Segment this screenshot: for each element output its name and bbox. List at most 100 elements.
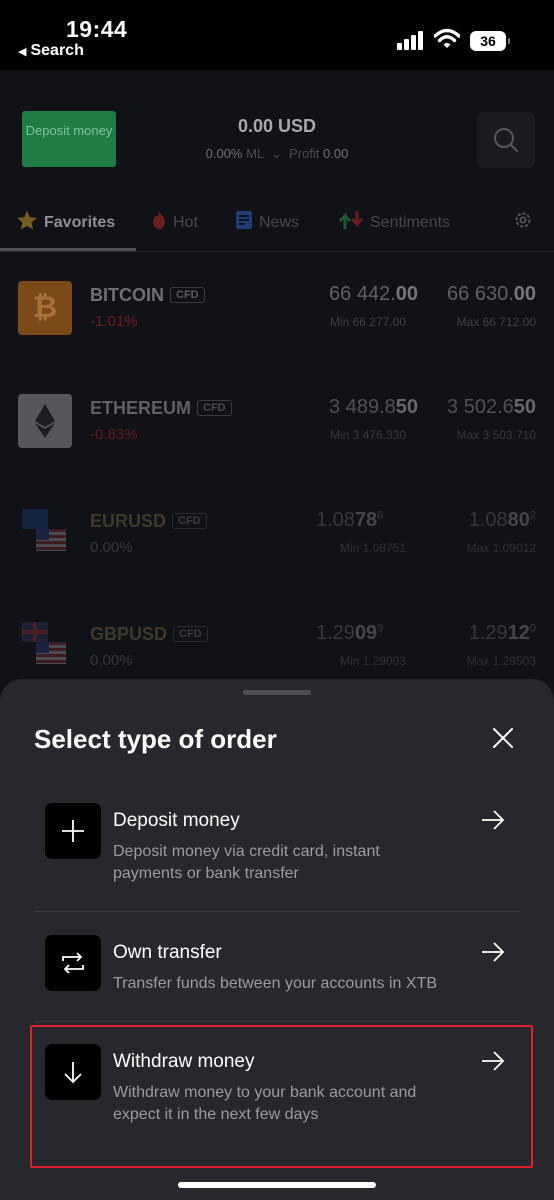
back-to-search-link[interactable]: ◀ Search [18, 42, 84, 60]
buy-price[interactable]: 1.29120 [424, 622, 536, 645]
sell-price-big: 50 [395, 396, 418, 418]
sentiment-arrows-icon [338, 211, 364, 229]
gbpusd-flags-icon [18, 620, 72, 674]
asset-name: EURUSD CFD [90, 511, 207, 532]
sell-price-main: 66 442. [329, 283, 396, 305]
tab-hot[interactable]: Hot [151, 210, 198, 232]
cfd-badge: CFD [172, 513, 207, 529]
news-icon [236, 211, 252, 229]
sell-price-main: 1.08 [316, 509, 355, 531]
sell-price-pip: 8 [377, 509, 384, 522]
buy-price-main: 1.08 [468, 509, 508, 531]
tab-favorites[interactable]: Favorites [16, 210, 115, 232]
buy-price-main: 1.29 [468, 622, 508, 644]
asset-name: GBPUSD CFD [90, 624, 208, 645]
chevron-down-icon[interactable]: ⌄ [267, 146, 285, 161]
buy-price-pip: 2 [529, 509, 536, 522]
asset-name: ETHEREUM CFD [90, 398, 232, 419]
sell-price[interactable]: 3 489.850 [306, 396, 418, 419]
deposit-money-button[interactable]: Deposit money [22, 111, 116, 167]
cfd-badge: CFD [197, 400, 232, 416]
status-time: 19:44 [66, 16, 128, 42]
sell-price-main: 3 489.8 [329, 396, 396, 418]
sell-price-main: 1.29 [316, 622, 355, 644]
tab-label: Favorites [44, 214, 116, 231]
option-title: Deposit money [113, 810, 240, 831]
sell-min: Min 1.08751 [339, 541, 406, 555]
list-item[interactable]: ETHEREUM CFD -0.83% 3 489.850 Min 3 476.3… [0, 394, 554, 506]
profit-value: 0.00 [323, 146, 349, 161]
asset-change: 0.00% [90, 652, 133, 669]
arrow-right-icon [482, 942, 505, 962]
buy-price-main: 66 630. [447, 283, 514, 305]
option-icon-box [45, 935, 101, 991]
buy-price-big: 80 [507, 509, 530, 531]
asset-name-text: ETHEREUM [90, 398, 192, 418]
asset-change: 0.00% [90, 539, 133, 556]
market-tabs: Favorites Hot News Sentiments [0, 200, 554, 252]
buy-max: Max 1.29503 [466, 654, 536, 668]
arrow-right-icon [482, 810, 505, 830]
asset-change: -1.01% [90, 313, 138, 330]
sell-price[interactable]: 66 442.00 [306, 283, 418, 306]
sell-min: Min 3 476.330 [329, 428, 406, 442]
buy-price[interactable]: 3 502.650 [424, 396, 536, 419]
sell-price[interactable]: 1.08788 [306, 509, 406, 532]
back-label: Search [30, 42, 84, 59]
tab-sentiments[interactable]: Sentiments [338, 210, 450, 232]
withdraw-highlight-box [30, 1025, 533, 1168]
back-triangle-icon: ◀ [18, 46, 27, 58]
flame-icon [153, 211, 165, 229]
buy-price-pip: 0 [529, 622, 536, 635]
cfd-badge: CFD [173, 626, 208, 642]
ml-label: ML [246, 146, 264, 161]
gear-icon[interactable] [513, 210, 533, 230]
buy-max: Max 66 712.00 [456, 315, 536, 329]
own-transfer-option[interactable]: Own transfer Transfer funds between your… [34, 935, 520, 1019]
option-description: Transfer funds between your accounts in … [113, 975, 438, 992]
buy-price-big: 00 [513, 283, 536, 305]
option-icon-box [45, 803, 101, 859]
eurusd-flags-icon [18, 507, 72, 561]
list-item[interactable]: EURUSD CFD 0.00% 1.08788 Min 1.08751 1.08… [0, 507, 554, 619]
buy-price-big: 50 [513, 396, 536, 418]
cfd-badge: CFD [170, 287, 205, 303]
sell-price[interactable]: 1.29099 [306, 622, 406, 645]
sell-price-big: 00 [395, 283, 418, 305]
asset-name-text: GBPUSD [90, 624, 168, 644]
tab-news[interactable]: News [235, 210, 299, 232]
search-icon [494, 128, 519, 153]
asset-change: -0.83% [90, 426, 138, 443]
buy-price-big: 12 [507, 622, 530, 644]
sheet-grabber-handle[interactable] [243, 690, 311, 695]
buy-price[interactable]: 1.08802 [424, 509, 536, 532]
deposit-money-option[interactable]: Deposit money Deposit money via credit c… [34, 803, 520, 911]
sell-price-big: 09 [354, 622, 378, 644]
tab-label: News [259, 214, 300, 231]
bitcoin-logo-icon: ₿ [18, 281, 72, 335]
divider [34, 1021, 520, 1022]
status-bar: 19:44 ◀ Search 36 [0, 0, 554, 70]
active-tab-underline [0, 248, 136, 251]
margin-level-summary: 0.00% ML ⌄ Profit 0.00 [150, 146, 404, 162]
list-item[interactable]: ₿ BITCOIN CFD -1.01% 66 442.00 Min 66 277… [0, 281, 554, 393]
buy-price[interactable]: 66 630.00 [424, 283, 536, 306]
ml-value: 0.00% [205, 146, 243, 161]
option-description: Deposit money via credit card, instant p… [113, 843, 380, 882]
asset-name-text: EURUSD [90, 511, 167, 531]
plus-icon [62, 820, 84, 842]
account-header: Deposit money 0.00 USD 0.00% ML ⌄ Profit… [0, 70, 554, 190]
profit-label: Profit [289, 146, 320, 161]
wifi-icon [434, 28, 460, 48]
home-indicator[interactable] [178, 1182, 376, 1188]
tab-label: Sentiments [370, 214, 451, 231]
sell-price-big: 78 [354, 509, 378, 531]
option-title: Own transfer [113, 942, 222, 963]
buy-price-main: 3 502.6 [447, 396, 514, 418]
order-type-sheet: Select type of order Deposit money Depos… [0, 679, 554, 1200]
star-icon [17, 210, 37, 230]
close-icon[interactable] [490, 725, 516, 751]
transfer-icon [62, 952, 84, 974]
search-button[interactable] [477, 112, 535, 168]
sell-min: Min 66 277.00 [329, 315, 406, 329]
